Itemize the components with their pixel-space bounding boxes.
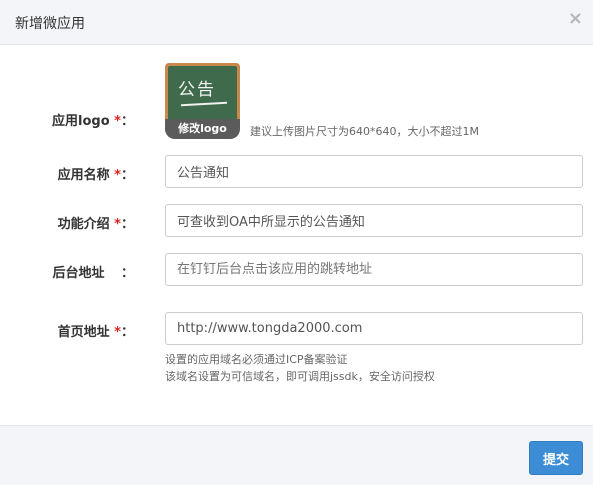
submit-button[interactable]: 提交	[529, 441, 583, 475]
intro-input[interactable]	[165, 204, 583, 237]
intro-label-colon: ：	[120, 217, 134, 232]
dialog-header: 新增微应用 ×	[0, 0, 593, 45]
name-label-colon: ：	[120, 168, 134, 183]
add-micro-app-dialog: 新增微应用 × 应用logo *： 公告 修改logo 建议上传图片尺寸为640…	[0, 0, 593, 485]
logo-label-colon: ：	[120, 114, 134, 129]
chalk-line	[180, 101, 228, 107]
home-url-help-2: 该域名设置为可信域名，即可调用jssdk，安全访问授权	[165, 370, 435, 383]
logo-image: 公告	[165, 63, 240, 123]
home-url-input[interactable]	[165, 312, 583, 345]
home-url-required-star: *	[114, 325, 121, 340]
logo-uploader[interactable]: 公告 修改logo	[165, 63, 240, 139]
close-icon[interactable]: ×	[568, 9, 583, 29]
logo-required-star: *	[114, 114, 121, 129]
admin-url-label-colon: ：	[120, 266, 134, 281]
dialog-title: 新增微应用	[15, 16, 85, 32]
admin-url-label: 后台地址 ：	[0, 262, 140, 281]
logo-hint: 建议上传图片尺寸为640*640，大小不超过1M	[250, 125, 479, 138]
change-logo-button[interactable]: 修改logo	[165, 119, 240, 139]
intro-label-text: 功能介绍	[57, 217, 110, 232]
logo-label: 应用logo *：	[0, 110, 140, 129]
home-url-label: 首页地址 *：	[0, 321, 140, 340]
chalkboard-icon: 公告	[168, 66, 237, 120]
admin-url-label-text: 后台地址	[52, 266, 105, 281]
logo-image-text: 公告	[178, 80, 216, 100]
app-name-input[interactable]	[165, 155, 583, 188]
intro-label: 功能介绍 *：	[0, 213, 140, 232]
intro-required-star: *	[114, 217, 121, 232]
logo-label-text: 应用logo	[52, 114, 110, 129]
name-label-text: 应用名称	[57, 168, 110, 183]
home-url-help-1: 设置的应用域名必须通过ICP备案验证	[165, 353, 348, 366]
admin-url-input[interactable]	[165, 253, 583, 286]
name-required-star: *	[114, 168, 121, 183]
home-url-label-text: 首页地址	[57, 325, 110, 340]
home-url-label-colon: ：	[120, 325, 134, 340]
name-label: 应用名称 *：	[0, 164, 140, 183]
dialog-footer	[0, 425, 593, 485]
